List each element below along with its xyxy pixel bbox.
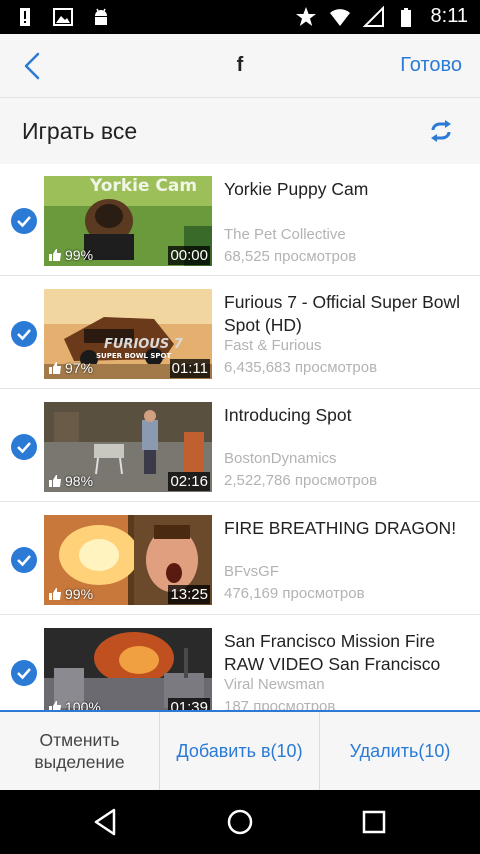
likes-badge: 98% bbox=[48, 473, 93, 489]
likes-percent: 99% bbox=[65, 586, 94, 602]
add-to-button[interactable]: Добавить в(10) bbox=[160, 712, 320, 790]
video-thumbnail[interactable]: 98% 02:16 bbox=[44, 402, 212, 492]
video-channel: BostonDynamics bbox=[224, 450, 337, 467]
video-thumbnail[interactable]: 99% 13:25 bbox=[44, 515, 212, 605]
battery-icon bbox=[400, 7, 411, 27]
navigation-bar bbox=[0, 790, 480, 854]
video-views: 476,169 просмотров bbox=[224, 585, 365, 602]
likes-percent: 98% bbox=[65, 473, 94, 489]
cancel-selection-button[interactable]: Отменить выделение bbox=[0, 712, 160, 790]
selection-action-bar: Отменить выделение Добавить в(10) Удалит… bbox=[0, 710, 480, 790]
video-duration: 02:16 bbox=[168, 472, 210, 491]
play-all-row[interactable]: Играть все bbox=[0, 98, 480, 164]
check-circle-icon[interactable] bbox=[11, 547, 37, 573]
video-list[interactable]: Yorkie Cam 99% 00:00 Yorkie Puppy Cam Th… bbox=[0, 164, 480, 712]
check-circle-icon[interactable] bbox=[11, 321, 37, 347]
thumbs-up-icon bbox=[49, 249, 61, 261]
delete-button[interactable]: Удалить(10) bbox=[320, 712, 480, 790]
video-duration: 00:00 bbox=[168, 246, 210, 265]
video-views: 6,435,683 просмотров bbox=[224, 359, 378, 376]
thumbs-up-icon bbox=[49, 362, 61, 374]
cancel-label-line2: выделение bbox=[34, 752, 125, 772]
video-title[interactable]: Yorkie Puppy Cam bbox=[224, 178, 470, 201]
video-duration: 01:11 bbox=[169, 359, 210, 378]
check-circle-icon[interactable] bbox=[11, 434, 37, 460]
cancel-label-line1: Отменить bbox=[39, 730, 120, 750]
done-button[interactable]: Готово bbox=[400, 54, 462, 77]
play-all-label: Играть все bbox=[22, 118, 138, 144]
video-views: 68,525 просмотров bbox=[224, 248, 357, 265]
wifi-icon bbox=[329, 8, 350, 26]
video-title[interactable]: FIRE BREATHING DRAGON! bbox=[224, 517, 470, 540]
video-title[interactable]: Furious 7 - Official Super Bowl Spot (HD… bbox=[224, 291, 470, 337]
check-circle-icon[interactable] bbox=[11, 208, 37, 234]
list-item[interactable]: Yorkie Cam 99% 00:00 Yorkie Puppy Cam Th… bbox=[0, 164, 480, 276]
repeat-icon[interactable] bbox=[428, 118, 454, 144]
thumbnail-caption: Yorkie Cam bbox=[90, 176, 198, 196]
likes-badge: 99% bbox=[48, 586, 93, 602]
back-nav-icon[interactable] bbox=[90, 806, 122, 838]
recents-nav-icon[interactable] bbox=[358, 806, 390, 838]
status-time: 8:11 bbox=[430, 5, 468, 27]
star-icon bbox=[295, 6, 316, 26]
list-item[interactable]: FURIOUS 7 SUPER BOWL SPOT 97% 01:11 Furi… bbox=[0, 277, 480, 389]
video-channel: The Pet Collective bbox=[224, 226, 346, 243]
likes-badge: 99% bbox=[48, 247, 93, 263]
signal-icon bbox=[362, 5, 384, 27]
thumbs-up-icon bbox=[49, 475, 61, 487]
list-item[interactable]: 100% 01:39 San Francisco Mission Fire RA… bbox=[0, 616, 480, 712]
list-item[interactable]: 98% 02:16 Introducing Spot BostonDynamic… bbox=[0, 390, 480, 502]
video-title[interactable]: Introducing Spot bbox=[224, 404, 470, 427]
video-channel: BFvsGF bbox=[224, 563, 279, 580]
list-item[interactable]: 99% 13:25 FIRE BREATHING DRAGON! BFvsGF … bbox=[0, 503, 480, 615]
status-bar: 8:11 bbox=[0, 0, 480, 34]
video-channel: Fast & Furious bbox=[224, 337, 322, 354]
likes-badge: 97% bbox=[48, 360, 93, 376]
video-views: 2,522,786 просмотров bbox=[224, 472, 378, 489]
alert-icon bbox=[20, 8, 30, 26]
android-icon bbox=[95, 8, 107, 25]
thumbnail-caption: FURIOUS 7 bbox=[104, 337, 183, 352]
thumbnail-subcaption: SUPER BOWL SPOT bbox=[96, 352, 172, 360]
likes-percent: 99% bbox=[65, 247, 94, 263]
video-thumbnail[interactable]: Yorkie Cam 99% 00:00 bbox=[44, 176, 212, 266]
image-icon bbox=[53, 8, 73, 26]
video-channel: Viral Newsman bbox=[224, 676, 325, 693]
home-nav-icon[interactable] bbox=[224, 806, 256, 838]
video-thumbnail[interactable]: FURIOUS 7 SUPER BOWL SPOT 97% 01:11 bbox=[44, 289, 212, 379]
check-circle-icon[interactable] bbox=[11, 660, 37, 686]
app-bar: f Готово bbox=[0, 34, 480, 98]
likes-percent: 97% bbox=[65, 360, 94, 376]
video-thumbnail[interactable]: 100% 01:39 bbox=[44, 628, 212, 712]
video-title[interactable]: San Francisco Mission Fire RAW VIDEO San… bbox=[224, 630, 470, 676]
thumbs-up-icon bbox=[49, 588, 61, 600]
video-duration: 13:25 bbox=[168, 585, 210, 604]
